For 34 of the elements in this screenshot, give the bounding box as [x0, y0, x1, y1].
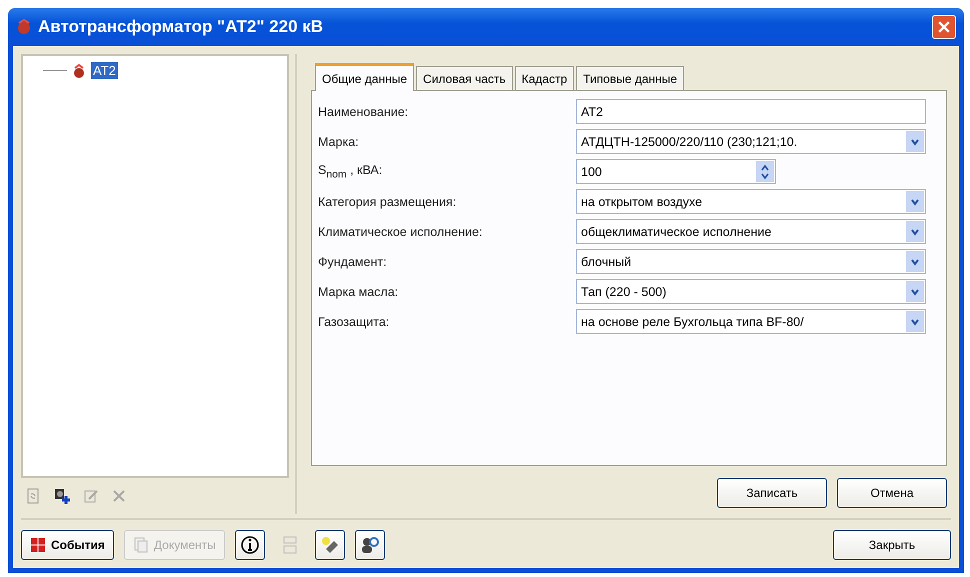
form-button[interactable]: Отмена [837, 478, 947, 508]
form-button[interactable]: Записать [717, 478, 827, 508]
info-icon[interactable] [234, 530, 265, 560]
tree-item[interactable]: АТ2 [91, 62, 118, 79]
dropdown-field[interactable]: Тап (220 - 500) [576, 279, 926, 304]
spin-field[interactable]: 100 [576, 159, 776, 184]
field-label: Категория размещения: [318, 194, 458, 208]
field-label: S$_{nom}$ , кВА: [318, 162, 384, 180]
field-label: Газозащита: [318, 314, 390, 328]
close-button[interactable]: Закрыть [833, 530, 951, 560]
dropdown-field[interactable]: на открытом воздухе [576, 189, 926, 214]
tab[interactable]: Силовая часть [416, 66, 513, 90]
tab[interactable]: Общие данные [315, 63, 414, 91]
spinner-arrows-icon[interactable] [756, 161, 774, 182]
dropdown-field[interactable]: общеклиматическое исполнение [576, 219, 926, 244]
events-button[interactable]: События [21, 530, 114, 560]
tab[interactable]: Типовые данные [576, 66, 684, 90]
user-search-icon[interactable] [354, 530, 385, 560]
field-label: Наименование: [318, 104, 410, 118]
tab[interactable]: Кадастр [514, 66, 574, 90]
transformer-icon [71, 62, 87, 78]
documents-icon [132, 537, 149, 553]
dropdown-field[interactable]: блочный [576, 249, 926, 274]
field-label: Климатическое исполнение: [318, 224, 484, 238]
transformer-icon [16, 19, 32, 35]
calendar-icon [30, 537, 46, 553]
field-label: Фундамент: [318, 254, 388, 268]
input-field[interactable]: АТ2 [576, 99, 926, 124]
dropdown-field[interactable]: на основе реле Бухгольца типа BF-80/ [576, 309, 926, 334]
window-title: Автотрансформатор "АТ2" 220 кВ [38, 17, 324, 37]
field-label: Марка масла: [318, 284, 400, 298]
field-label: Марка: [318, 134, 360, 148]
dropdown-field[interactable]: АТДЦТН-125000/220/110 (230;121;10. [576, 129, 926, 154]
close-icon[interactable] [932, 15, 956, 39]
